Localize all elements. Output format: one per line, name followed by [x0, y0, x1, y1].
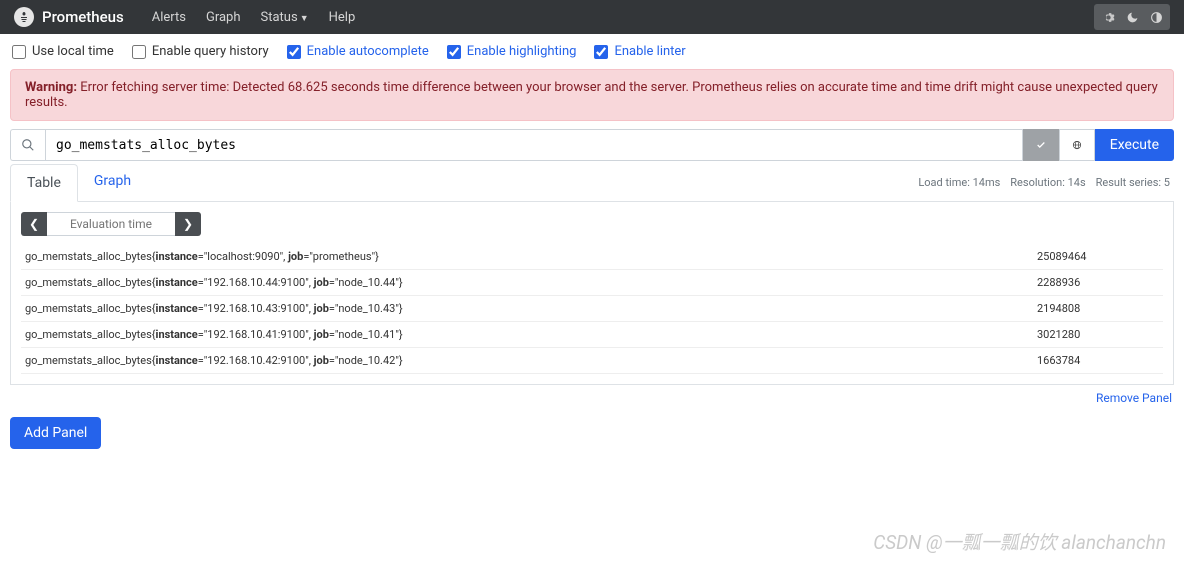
add-panel-button[interactable]: Add Panel [10, 417, 101, 449]
value-cell: 2288936 [1033, 270, 1163, 296]
stat-series: Result series: 5 [1096, 176, 1170, 189]
contrast-icon[interactable] [1144, 6, 1168, 28]
opt-autocomplete[interactable]: Enable autocomplete [287, 44, 429, 59]
opt-highlighting[interactable]: Enable highlighting [447, 44, 577, 59]
metric-cell: go_memstats_alloc_bytes{instance="192.16… [21, 322, 1033, 348]
brand-text: Prometheus [42, 8, 124, 26]
search-icon [10, 129, 45, 161]
value-cell: 2194808 [1033, 296, 1163, 322]
nav-graph[interactable]: Graph [196, 10, 251, 25]
metric-cell: go_memstats_alloc_bytes{instance="192.16… [21, 270, 1033, 296]
time-next-button[interactable]: ❯ [175, 212, 201, 236]
tab-graph[interactable]: Graph [78, 163, 147, 201]
nav-help[interactable]: Help [319, 10, 366, 25]
table-row: go_memstats_alloc_bytes{instance="localh… [21, 244, 1163, 270]
opt-local-time[interactable]: Use local time [12, 44, 114, 59]
moon-icon[interactable] [1120, 6, 1144, 28]
tabs: Table Graph Load time: 14ms Resolution: … [10, 163, 1174, 202]
chevron-down-icon: ▼ [300, 14, 309, 24]
opt-query-history[interactable]: Enable query history [132, 44, 269, 59]
table-row: go_memstats_alloc_bytes{instance="192.16… [21, 322, 1163, 348]
tab-table[interactable]: Table [10, 164, 78, 202]
value-cell: 3021280 [1033, 322, 1163, 348]
brand[interactable]: Prometheus [14, 7, 124, 27]
options-row: Use local time Enable query history Enab… [0, 34, 1184, 69]
stat-resolution: Resolution: 14s [1010, 176, 1085, 189]
warning-text: Error fetching server time: Detected 68.… [25, 80, 1158, 110]
metric-cell: go_memstats_alloc_bytes{instance="192.16… [21, 296, 1033, 322]
table-row: go_memstats_alloc_bytes{instance="192.16… [21, 296, 1163, 322]
warning-alert: Warning: Error fetching server time: Det… [10, 69, 1174, 121]
query-stats: Load time: 14ms Resolution: 14s Result s… [918, 176, 1174, 189]
table-row: go_memstats_alloc_bytes{instance="192.16… [21, 348, 1163, 374]
query-input[interactable] [45, 129, 1023, 161]
nav-alerts[interactable]: Alerts [142, 10, 196, 25]
nav-status[interactable]: Status▼ [251, 10, 319, 25]
warning-label: Warning: [25, 80, 77, 95]
metric-cell: go_memstats_alloc_bytes{instance="192.16… [21, 348, 1033, 374]
prometheus-logo-icon [14, 7, 34, 27]
value-cell: 1663784 [1033, 348, 1163, 374]
opt-linter[interactable]: Enable linter [594, 44, 685, 59]
query-row: Execute [10, 129, 1174, 161]
format-button[interactable] [1023, 129, 1059, 161]
results-box: ❮ ❯ go_memstats_alloc_bytes{instance="lo… [10, 202, 1174, 385]
value-cell: 25089464 [1033, 244, 1163, 270]
remove-panel-link[interactable]: Remove Panel [10, 385, 1174, 405]
time-prev-button[interactable]: ❮ [21, 212, 47, 236]
theme-controls [1094, 4, 1170, 30]
table-row: go_memstats_alloc_bytes{instance="192.16… [21, 270, 1163, 296]
results-table: go_memstats_alloc_bytes{instance="localh… [21, 244, 1163, 374]
execute-button[interactable]: Execute [1095, 129, 1174, 161]
metric-cell: go_memstats_alloc_bytes{instance="localh… [21, 244, 1033, 270]
watermark: CSDN @一瓢一瓢的饮 alanchanchn [873, 528, 1166, 555]
gear-icon[interactable] [1096, 6, 1120, 28]
navbar: Prometheus Alerts Graph Status▼ Help [0, 0, 1184, 34]
time-nav: ❮ ❯ [21, 212, 1163, 236]
query-panel: Warning: Error fetching server time: Det… [10, 69, 1174, 405]
evaluation-time-input[interactable] [47, 212, 175, 236]
stat-load: Load time: 14ms [918, 176, 1000, 189]
globe-button[interactable] [1059, 129, 1095, 161]
